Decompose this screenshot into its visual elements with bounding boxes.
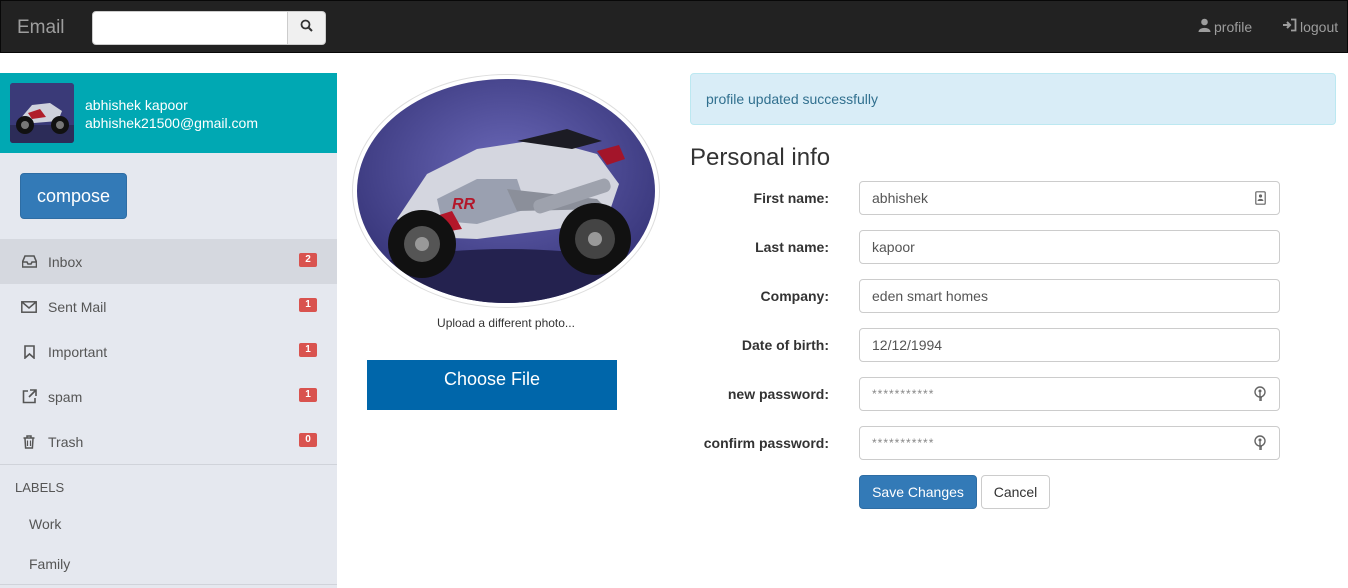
last-name-value: kapoor (872, 239, 915, 255)
page-title: Personal info (690, 144, 831, 171)
user-name: abhishek kapoor (85, 97, 188, 113)
first-name-label: First name: (753, 190, 829, 206)
sidebar-item-label: Sent Mail (48, 298, 107, 315)
sidebar-item-label: Trash (48, 433, 84, 450)
new-password-label: new password: (727, 386, 829, 402)
search-input[interactable] (92, 11, 288, 45)
app-brand[interactable]: Email (17, 17, 65, 39)
label-item-work[interactable]: Work (29, 516, 61, 532)
user-icon (1198, 18, 1211, 35)
unread-count-badge: 0 (299, 433, 317, 447)
profile-photo: RR (352, 74, 660, 308)
bookmark-icon (20, 343, 38, 361)
logout-link[interactable]: logout (1282, 18, 1338, 35)
sign-in-icon (1282, 18, 1297, 35)
key-icon[interactable] (1253, 386, 1267, 402)
company-field[interactable]: eden smart homes (859, 279, 1280, 313)
envelope-icon (20, 298, 38, 316)
avatar[interactable] (10, 83, 74, 143)
top-navbar: Email profile logout (0, 0, 1348, 53)
sidebar-item-label: Inbox (48, 253, 83, 270)
confirm-password-label: confirm password: (703, 435, 829, 451)
profile-label: profile (1214, 18, 1253, 35)
sidebar: abhishek kapoor abhishek21500@gmail.com … (0, 73, 337, 588)
sidebar-item-sent-mail[interactable]: Sent Mail 1 (0, 284, 337, 329)
compose-button[interactable]: compose (20, 173, 127, 219)
unread-count-badge: 1 (299, 298, 317, 312)
sidebar-item-spam[interactable]: spam 1 (0, 374, 337, 419)
unread-count-badge: 1 (299, 343, 317, 357)
search-icon (300, 19, 313, 37)
new-password-field[interactable]: *********** (859, 377, 1280, 411)
sidebar-item-inbox[interactable]: Inbox 2 (0, 239, 337, 284)
success-alert: profile updated successfully (690, 73, 1336, 125)
unread-count-badge: 2 (299, 253, 317, 267)
date-of-birth-value: 12/12/1994 (872, 337, 943, 353)
first-name-value: abhishek (872, 190, 929, 206)
cancel-button[interactable]: Cancel (981, 475, 1050, 509)
user-box: abhishek kapoor abhishek21500@gmail.com (0, 73, 337, 153)
company-label: Company: (760, 288, 829, 304)
labels-divider (0, 464, 337, 465)
company-value: eden smart homes (872, 288, 988, 304)
first-name-field[interactable]: abhishek (859, 181, 1280, 215)
logout-label: logout (1300, 18, 1339, 35)
search-button[interactable] (288, 11, 326, 45)
inbox-icon (20, 253, 38, 271)
folder-menu: Inbox 2 Sent Mail 1 Important 1 spam 1 T… (0, 239, 337, 464)
last-name-field[interactable]: kapoor (859, 230, 1280, 264)
user-email: abhishek21500@gmail.com (85, 115, 258, 131)
sidebar-item-label: Important (48, 343, 108, 360)
labels-heading: LABELS (15, 480, 65, 495)
sidebar-item-trash[interactable]: Trash 0 (0, 419, 337, 464)
key-icon[interactable] (1253, 435, 1267, 451)
sidebar-item-label: spam (48, 388, 83, 405)
new-password-value: *********** (872, 387, 935, 401)
date-of-birth-label: Date of birth: (741, 337, 829, 353)
external-link-icon (20, 388, 38, 406)
confirm-password-field[interactable]: *********** (859, 426, 1280, 460)
search-bar (92, 11, 326, 45)
date-of-birth-field[interactable]: 12/12/1994 (859, 328, 1280, 362)
unread-count-badge: 1 (299, 388, 317, 402)
trash-icon (20, 433, 38, 451)
sidebar-item-important[interactable]: Important 1 (0, 329, 337, 374)
confirm-password-value: *********** (872, 436, 935, 450)
svg-text:RR: RR (452, 196, 476, 213)
label-item-family[interactable]: Family (29, 556, 70, 572)
sidebar-bottom-divider (0, 584, 337, 585)
contact-card-icon[interactable] (1253, 190, 1267, 206)
profile-link[interactable]: profile (1198, 18, 1252, 35)
last-name-label: Last name: (755, 239, 829, 255)
save-changes-button[interactable]: Save Changes (859, 475, 977, 509)
choose-file-button[interactable]: Choose File (367, 360, 617, 410)
upload-photo-hint: Upload a different photo... (437, 316, 575, 330)
